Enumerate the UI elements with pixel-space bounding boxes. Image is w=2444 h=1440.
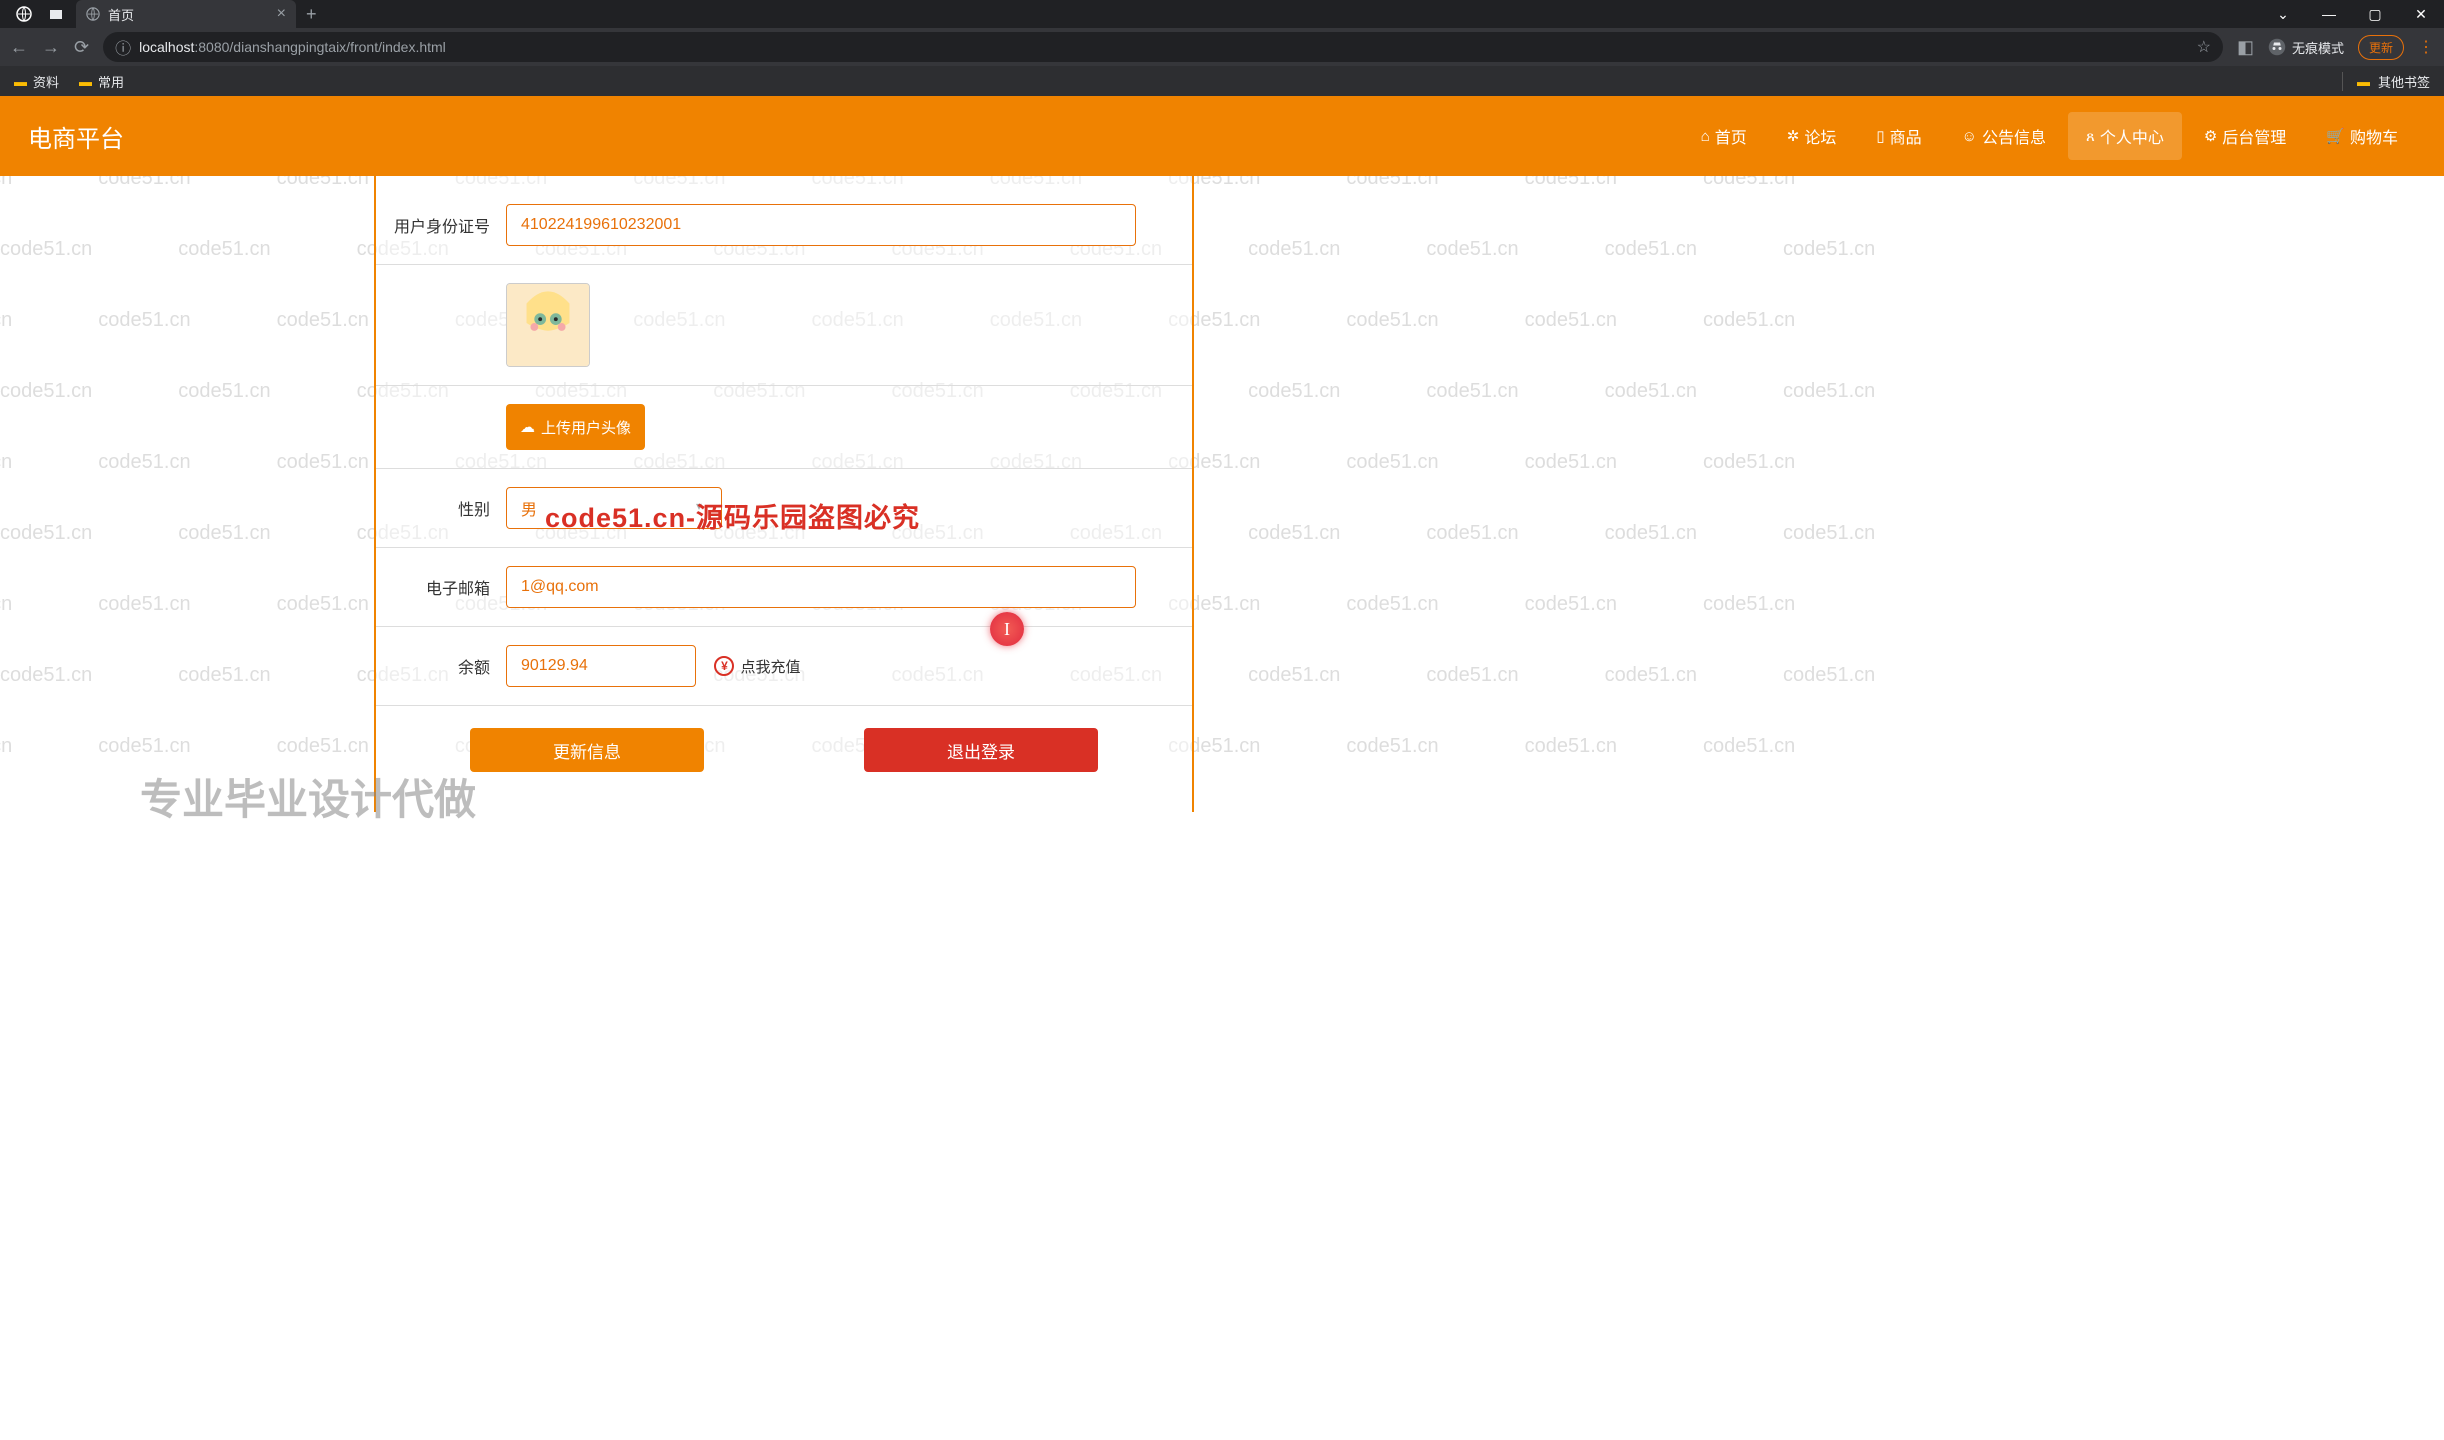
globe-icon [86,7,100,21]
url-input[interactable]: ⓘ localhost:8080/dianshangpingtaix/front… [103,32,2223,62]
button-row: 更新信息 退出登录 [376,706,1192,772]
nav-home[interactable]: ⌂首页 [1683,112,1765,160]
bookmark-other[interactable]: ▬其他书签 [2342,72,2430,91]
page-content: 用户身份证号 ☁ 上传用户头像 性别 ▾ [0,176,2444,812]
address-bar: ← → ⟳ ⓘ localhost:8080/dianshangpingtaix… [0,28,2444,66]
goods-icon: ▯ [1876,127,1884,145]
update-info-button[interactable]: 更新信息 [470,728,704,772]
incognito-label: 无痕模式 [2292,38,2344,57]
row-email: 电子邮箱 [376,548,1192,627]
new-tab-button[interactable]: + [296,4,327,25]
profile-form-panel: 用户身份证号 ☁ 上传用户头像 性别 ▾ [374,176,1194,812]
url-text: localhost:8080/dianshangpingtaix/front/i… [139,39,446,55]
gender-label: 性别 [386,496,506,520]
logout-button[interactable]: 退出登录 [864,728,1098,772]
yen-icon: ¥ [714,656,734,676]
window-controls: ⌄ ― ▢ ✕ [2260,0,2444,28]
tab-bar: 首页 × + ⌄ ― ▢ ✕ [0,0,2444,28]
gender-select[interactable] [506,487,722,529]
incognito-indicator: 无痕模式 [2268,38,2344,57]
menu-icon[interactable]: ⋮ [2418,37,2434,57]
row-gender: 性别 ▾ [376,469,1192,548]
upload-avatar-button[interactable]: ☁ 上传用户头像 [506,404,645,450]
folder-icon: ▬ [14,74,27,89]
folder-icon: ▬ [2357,74,2370,89]
email-input[interactable] [506,566,1136,608]
folder-icon: ▬ [79,74,92,89]
minimize-button[interactable]: ― [2306,0,2352,28]
id-input[interactable] [506,204,1136,246]
close-window-button[interactable]: ✕ [2398,0,2444,28]
app-icon [8,2,40,26]
nav-admin[interactable]: ⚙后台管理 [2186,112,2304,160]
bookmarks-bar: ▬资料 ▬常用 ▬其他书签 [0,66,2444,96]
nav-personal-center[interactable]: ጸ个人中心 [2068,112,2182,160]
cloud-upload-icon: ☁ [520,418,535,436]
row-balance: 余额 ¥ 点我充值 [376,627,1192,706]
balance-input[interactable] [506,645,696,687]
site-brand: 电商平台 [28,119,124,154]
close-icon[interactable]: × [277,5,286,23]
browser-tab[interactable]: 首页 × [76,0,296,28]
row-avatar [376,265,1192,386]
nav-forum[interactable]: ✲论坛 [1769,112,1855,160]
notice-icon: ☺ [1962,128,1977,145]
incognito-icon [2268,38,2286,56]
site-header: 电商平台 ⌂首页 ✲论坛 ▯商品 ☺公告信息 ጸ个人中心 ⚙后台管理 🛒购物车 [0,96,2444,176]
link-icon: ⚙ [2204,127,2217,145]
update-button[interactable]: 更新 [2358,35,2404,60]
nav-notice[interactable]: ☺公告信息 [1944,112,2064,160]
main-nav: ⌂首页 ✲论坛 ▯商品 ☺公告信息 ጸ个人中心 ⚙后台管理 🛒购物车 [1683,112,2416,160]
reload-button[interactable]: ⟳ [74,37,89,58]
bookmark-folder-1[interactable]: ▬资料 [14,72,59,91]
forward-button[interactable]: → [42,37,60,58]
row-upload: ☁ 上传用户头像 [376,386,1192,469]
nav-goods[interactable]: ▯商品 [1858,112,1939,160]
info-icon[interactable]: ⓘ [115,35,131,59]
maximize-button[interactable]: ▢ [2352,0,2398,28]
browser-chrome: 首页 × + ⌄ ― ▢ ✕ ← → ⟳ ⓘ localhost:8080/di… [0,0,2444,96]
back-button[interactable]: ← [10,37,28,58]
id-label: 用户身份证号 [386,213,506,237]
recharge-link[interactable]: ¥ 点我充值 [714,656,800,677]
nav-cart[interactable]: 🛒购物车 [2308,112,2416,160]
row-id-number: 用户身份证号 [376,186,1192,265]
forum-icon: ✲ [1787,127,1800,145]
user-icon: ጸ [2086,128,2095,145]
balance-label: 余额 [386,654,506,678]
bookmark-folder-2[interactable]: ▬常用 [79,72,124,91]
chevron-down-icon: ▾ [696,499,702,513]
chevron-down-icon[interactable]: ⌄ [2260,0,2306,28]
avatar-image [506,283,590,367]
cart-icon: 🛒 [2326,127,2345,145]
panel-icon[interactable]: ◧ [2237,37,2254,58]
cursor-indicator: I [990,612,1024,646]
home-icon: ⌂ [1701,128,1710,145]
tab-title: 首页 [108,5,269,24]
email-label: 电子邮箱 [386,575,506,599]
window-icon[interactable] [40,2,72,26]
bookmark-star-icon[interactable]: ☆ [2197,37,2211,57]
